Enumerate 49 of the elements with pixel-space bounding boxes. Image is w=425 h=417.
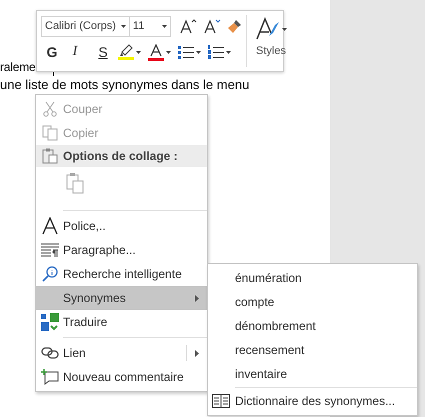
translate-icon bbox=[40, 313, 58, 331]
italic-button[interactable]: I bbox=[64, 41, 86, 63]
synonym-item[interactable]: compte bbox=[208, 290, 417, 314]
menu-item[interactable]: Dictionnaire des synonymes... bbox=[208, 389, 417, 413]
bold-button[interactable]: G bbox=[41, 41, 63, 63]
magnifier-icon bbox=[42, 266, 58, 282]
font-grow-icon bbox=[179, 18, 197, 34]
synonym-item[interactable]: énumération bbox=[208, 266, 417, 290]
menu-item[interactable]: Police,.. bbox=[36, 214, 207, 238]
menu-item[interactable]: Synonymes bbox=[36, 286, 207, 310]
comment-icon bbox=[40, 369, 58, 385]
link-icon bbox=[40, 347, 58, 359]
font-color-icon bbox=[148, 44, 164, 60]
font-name-field[interactable]: Calibri (Corps) bbox=[41, 16, 130, 36]
synonym-item[interactable]: dénombrement bbox=[208, 314, 417, 338]
book-icon bbox=[212, 394, 230, 408]
menu-item[interactable]: Recherche intelligente bbox=[36, 262, 207, 286]
caret-icon bbox=[282, 28, 287, 30]
numbered-list-icon bbox=[208, 45, 224, 59]
bullet-list-icon bbox=[178, 45, 194, 59]
scissors-icon bbox=[42, 101, 58, 117]
caret-icon bbox=[162, 24, 167, 28]
menu-item[interactable]: Lien bbox=[36, 341, 207, 365]
styles-brush-icon bbox=[255, 17, 281, 41]
font-size-field[interactable]: 11 bbox=[128, 16, 171, 36]
caret-icon bbox=[166, 50, 171, 54]
menu-item[interactable]: Nouveau commentaire bbox=[36, 365, 207, 389]
clipboard-icon bbox=[42, 148, 58, 164]
caret-icon bbox=[136, 50, 141, 54]
menu-item[interactable]: Traduire bbox=[36, 310, 207, 334]
letter-a-icon bbox=[42, 217, 58, 235]
caret-icon bbox=[196, 50, 201, 54]
text-line: une liste de mots synonymes dans le menu bbox=[0, 76, 250, 93]
caret-icon bbox=[226, 50, 231, 54]
underline-button[interactable]: S bbox=[92, 41, 114, 63]
copy-icon bbox=[42, 125, 58, 141]
paragraph-icon bbox=[40, 243, 58, 257]
synonym-item[interactable]: inventaire bbox=[208, 362, 417, 386]
font-shrink-icon bbox=[203, 18, 221, 34]
caret-icon bbox=[120, 24, 126, 28]
clipboard-icon bbox=[66, 172, 84, 194]
section-header: Options de collage : bbox=[63, 149, 178, 163]
styles-button[interactable]: Styles bbox=[246, 15, 295, 67]
font-color-button[interactable] bbox=[145, 41, 174, 63]
paintbrush-icon bbox=[227, 18, 243, 34]
synonym-item[interactable]: recensement bbox=[208, 338, 417, 362]
highlighter-icon bbox=[118, 44, 134, 60]
text-line: raleme bbox=[0, 59, 36, 76]
menu-item[interactable]: Paragraphe... bbox=[36, 238, 207, 262]
